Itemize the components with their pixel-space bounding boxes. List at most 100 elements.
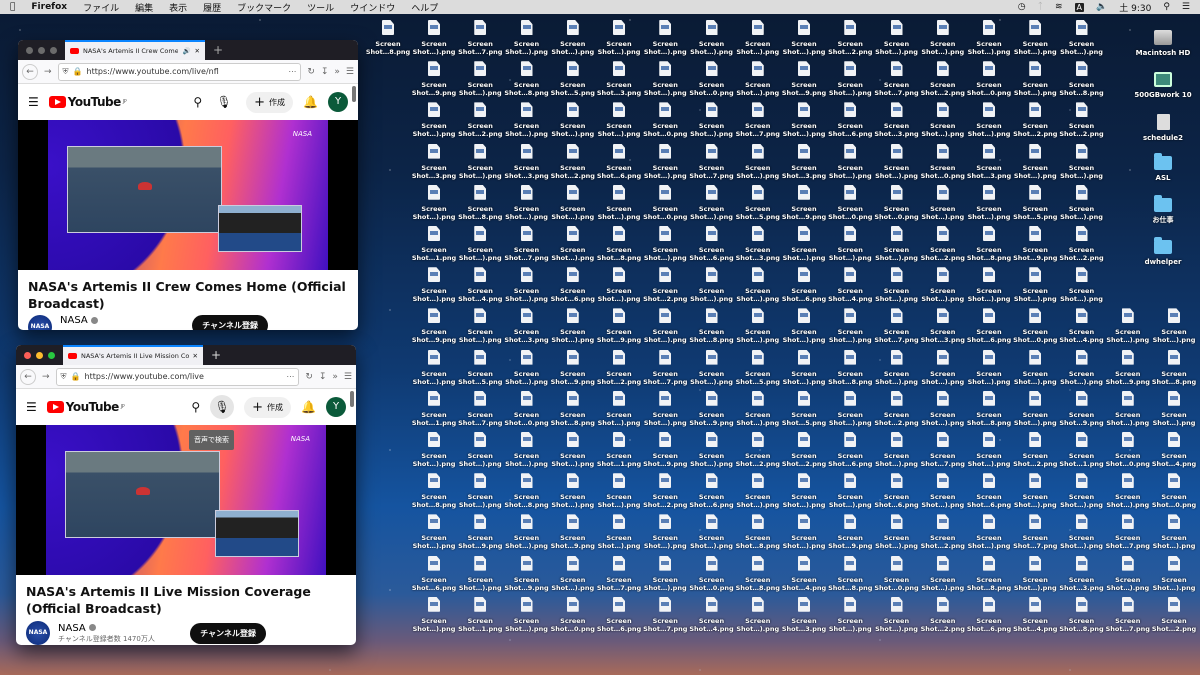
desktop-file-screenshot[interactable]: Screen Shot…).png xyxy=(1105,473,1151,509)
new-tab-button[interactable]: + xyxy=(205,43,231,57)
close-tab-icon[interactable]: ✕ xyxy=(195,47,200,55)
apple-menu-icon[interactable]:  xyxy=(10,2,15,12)
desktop-file-screenshot[interactable]: Screen Shot…).png xyxy=(550,473,596,509)
desktop-file-screenshot[interactable]: Screen Shot…).png xyxy=(1105,308,1151,344)
desktop-file-screenshot[interactable]: Screen Shot…).png xyxy=(1059,20,1105,56)
desktop-file-screenshot[interactable]: Screen Shot…7.png xyxy=(920,432,966,468)
desktop-file-screenshot[interactable]: Screen Shot…).png xyxy=(457,555,503,592)
desktop-file-screenshot[interactable]: Screen Shot…).png xyxy=(827,61,873,97)
desktop-file-screenshot[interactable]: Screen Shot…).png xyxy=(504,184,550,221)
desktop-file-screenshot[interactable]: Screen Shot…0.png xyxy=(874,184,920,221)
time-machine-icon[interactable]: ◷ xyxy=(1018,2,1026,12)
desktop-file-screenshot[interactable]: Screen Shot…7.png xyxy=(1012,514,1058,550)
address-bar[interactable]: ⛨ 🔒 https://www.youtube.com/live/nfl ⋯ xyxy=(57,62,302,81)
desktop-file-screenshot[interactable]: Screen Shot…).png xyxy=(874,432,920,468)
desktop-file-screenshot[interactable]: Screen Shot…).png xyxy=(689,184,735,221)
desktop-file-screenshot[interactable]: Screen Shot…0.png xyxy=(1012,308,1058,344)
reload-icon[interactable]: ↻ xyxy=(307,67,315,77)
desktop-file-screenshot[interactable]: Screen Shot…).png xyxy=(457,143,503,180)
desktop-file-screenshot[interactable]: Screen Shot…7.png xyxy=(642,349,688,386)
desktop-file-screenshot[interactable]: Screen Shot…).png xyxy=(1059,267,1105,303)
desktop-file-screenshot[interactable]: Screen Shot…).png xyxy=(781,514,827,550)
desktop-file-screenshot[interactable]: Screen Shot…4.png xyxy=(781,555,827,592)
desktop-file-screenshot[interactable]: Screen Shot…).png xyxy=(596,390,642,427)
desktop-file-screenshot[interactable]: Screen Shot…9.png xyxy=(781,61,827,97)
desktop-file-screenshot[interactable]: Screen Shot…2.png xyxy=(874,390,920,427)
desktop-file-screenshot[interactable]: Screen Shot…0.png xyxy=(966,61,1012,97)
tracking-shield-icon[interactable]: ⛨ xyxy=(63,67,69,77)
voice-search-mic-icon[interactable]: 🎙 xyxy=(212,90,236,114)
zoom-window-button[interactable] xyxy=(48,351,55,359)
desktop-file-screenshot[interactable]: Screen Shot…8.png xyxy=(1059,61,1105,97)
desktop-file-screenshot[interactable]: Screen Shot…).png xyxy=(827,143,873,180)
desktop-file-screenshot[interactable]: Screen Shot…).png xyxy=(920,20,966,56)
desktop-file-screenshot[interactable]: Screen Shot…0.png xyxy=(827,184,873,221)
channel-name[interactable]: NASA xyxy=(60,315,88,326)
desktop-file-screenshot[interactable]: Screen Shot…2.png xyxy=(642,473,688,509)
desktop-file-screenshot[interactable]: Screen Shot…4.png xyxy=(1059,308,1105,344)
desktop-file-screenshot[interactable]: Screen Shot…9.png xyxy=(781,184,827,221)
input-method-indicator[interactable]: A xyxy=(1074,2,1085,12)
spotlight-search-icon[interactable]: ⚲ xyxy=(1163,2,1170,12)
desktop-file-screenshot[interactable]: Screen Shot…).png xyxy=(781,226,827,262)
desktop-file-screenshot[interactable]: Screen Shot…).png xyxy=(781,473,827,509)
desktop-file-screenshot[interactable]: Screen Shot…).png xyxy=(920,102,966,138)
desktop-file-screenshot[interactable]: Screen Shot…).png xyxy=(781,349,827,386)
desktop-file-screenshot[interactable]: Screen Shot…7.png xyxy=(457,390,503,427)
desktop-file-screenshot[interactable]: Screen Shot…8.png xyxy=(966,226,1012,262)
desktop-file-screenshot[interactable]: Screen Shot…8.png xyxy=(966,390,1012,427)
downloads-icon[interactable]: ↧ xyxy=(319,372,327,382)
desktop-file-screenshot[interactable]: Screen Shot…).png xyxy=(735,20,781,56)
desktop-file-screenshot[interactable]: Screen Shot…8.png xyxy=(550,390,596,427)
desktop-file-screenshot[interactable]: Screen Shot…3.png xyxy=(411,143,457,180)
desktop-file-screenshot[interactable]: Screen Shot…).png xyxy=(550,102,596,138)
wifi-icon[interactable]: ≋ xyxy=(1055,2,1063,12)
desktop-file-screenshot[interactable]: Screen Shot…9.png xyxy=(596,308,642,344)
desktop-file-screenshot[interactable]: Screen Shot…).png xyxy=(1012,61,1058,97)
desktop-file-screenshot[interactable]: Screen Shot…).png xyxy=(735,143,781,180)
menu-icon[interactable]: ☰ xyxy=(344,372,352,382)
desktop-file-screenshot[interactable]: Screen Shot…2.png xyxy=(781,432,827,468)
search-icon[interactable]: ⚲ xyxy=(193,95,202,109)
desktop-file-screenshot[interactable]: Screen Shot…0.png xyxy=(1151,473,1197,509)
desktop-file-screenshot[interactable]: Screen Shot…).png xyxy=(596,184,642,221)
desktop-file-screenshot[interactable]: Screen Shot…).png xyxy=(411,267,457,303)
desktop-file-screenshot[interactable]: Screen Shot…1.png xyxy=(596,432,642,468)
desktop-file-screenshot[interactable]: Screen Shot…3.png xyxy=(596,61,642,97)
desktop-file-screenshot[interactable]: Screen Shot…7.png xyxy=(735,102,781,138)
desktop-file-screenshot[interactable]: Screen Shot…7.png xyxy=(642,596,688,633)
lock-icon[interactable]: 🔒 xyxy=(73,67,83,76)
desktop-file-screenshot[interactable]: Screen Shot…).png xyxy=(411,432,457,468)
desktop-file-screenshot[interactable]: Screen Shot…3.png xyxy=(504,143,550,180)
desktop-file-screenshot[interactable]: Screen Shot…).png xyxy=(874,143,920,180)
desktop-file-screenshot[interactable]: Screen Shot…2.png xyxy=(642,267,688,303)
desktop-item-ext[interactable]: 500GBwork 10 xyxy=(1128,72,1198,100)
minimize-window-button[interactable] xyxy=(38,46,45,54)
desktop-file-screenshot[interactable]: Screen Shot…).png xyxy=(827,596,873,633)
desktop-file-screenshot[interactable]: Screen Shot…3.png xyxy=(966,143,1012,180)
desktop-file-screenshot[interactable]: Screen Shot…6.png xyxy=(827,102,873,138)
desktop-file-screenshot[interactable]: Screen Shot…).png xyxy=(920,390,966,427)
desktop-file-screenshot[interactable]: Screen Shot…9.png xyxy=(1105,349,1151,386)
desktop-file-screenshot[interactable]: Screen Shot…9.png xyxy=(827,514,873,550)
desktop-file-screenshot[interactable]: Screen Shot…7.png xyxy=(874,61,920,97)
desktop-file-screenshot[interactable]: Screen Shot…).png xyxy=(689,349,735,386)
desktop-file-screenshot[interactable]: Screen Shot…2.png xyxy=(920,596,966,633)
desktop-file-screenshot[interactable]: Screen Shot…).png xyxy=(504,20,550,56)
desktop-file-screenshot[interactable]: Screen Shot…).png xyxy=(874,267,920,303)
menu-edit[interactable]: 編集 xyxy=(135,1,153,14)
desktop-file-screenshot[interactable]: Screen Shot…).png xyxy=(874,349,920,386)
desktop-file-screenshot[interactable]: Screen Shot…).png xyxy=(966,20,1012,56)
desktop-file-screenshot[interactable]: Screen Shot…).png xyxy=(457,226,503,262)
bluetooth-icon[interactable]: ᛏ xyxy=(1038,2,1043,12)
desktop-file-screenshot[interactable]: Screen Shot…7.png xyxy=(1105,596,1151,633)
desktop-file-screenshot[interactable]: Screen Shot…).png xyxy=(550,20,596,56)
menu-tools[interactable]: ツール xyxy=(307,1,334,14)
desktop-file-screenshot[interactable]: Screen Shot…).png xyxy=(1151,514,1197,550)
back-button[interactable]: ← xyxy=(22,63,38,80)
desktop-file-screenshot[interactable]: Screen Shot…6.png xyxy=(966,596,1012,633)
new-tab-button[interactable]: + xyxy=(203,348,229,362)
desktop-file-screenshot[interactable]: Screen Shot…).png xyxy=(642,226,688,262)
desktop-file-screenshot[interactable]: Screen Shot…).png xyxy=(1059,349,1105,386)
desktop-file-screenshot[interactable]: Screen Shot…8.png xyxy=(689,308,735,344)
